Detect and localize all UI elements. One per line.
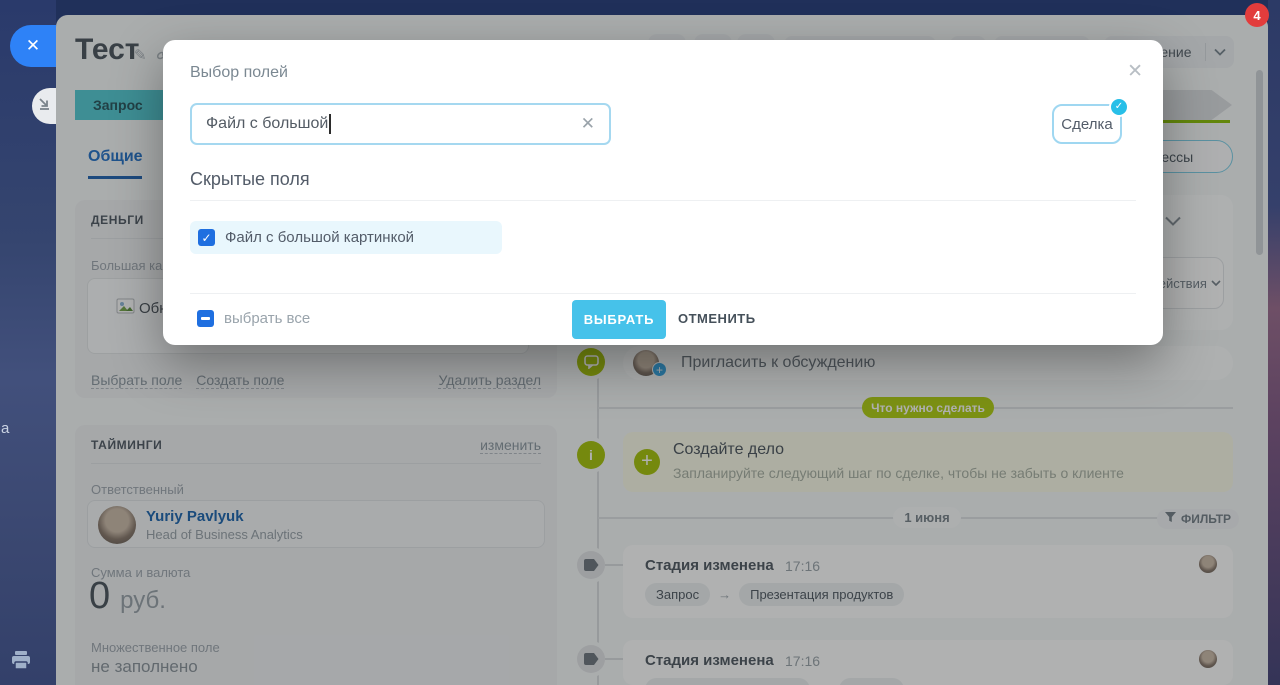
- printer-icon[interactable]: [10, 650, 32, 675]
- close-slider-button[interactable]: ✕: [10, 25, 56, 67]
- screen: a ⚙ Положение Тест ✎ Запрос Бизнес-проце…: [0, 0, 1280, 685]
- select-button[interactable]: ВЫБРАТЬ: [572, 300, 666, 339]
- search-value: Файл с большой: [206, 115, 329, 132]
- field-search-input[interactable]: Файл с большой ✕: [190, 103, 611, 145]
- entity-chip-label: Сделка: [1061, 115, 1113, 133]
- notification-badge[interactable]: 4: [1245, 3, 1269, 27]
- clear-icon[interactable]: ✕: [581, 114, 595, 134]
- divider: [190, 200, 1136, 201]
- divider: [190, 293, 1136, 294]
- hidden-fields-title: Скрытые поля: [190, 169, 310, 189]
- field-option-row[interactable]: ✓ Файл с большой картинкой: [190, 221, 502, 254]
- desktop-top-strip: [0, 0, 1280, 15]
- select-all-row[interactable]: выбрать все: [197, 310, 310, 327]
- select-all-label: выбрать все: [224, 310, 311, 327]
- field-picker-modal: Выбор полей ✕ Файл с большой ✕ Сделка ✓ …: [163, 40, 1163, 345]
- checkbox-checked[interactable]: ✓: [198, 229, 215, 246]
- collapse-icon: [38, 97, 51, 115]
- entity-chip-deal[interactable]: Сделка ✓: [1052, 97, 1129, 144]
- desktop-right-strip: [1268, 0, 1280, 685]
- close-icon: ✕: [25, 36, 41, 55]
- field-option-label: Файл с большой картинкой: [225, 229, 415, 246]
- desktop-stray-text: a: [1, 420, 10, 437]
- modal-title: Выбор полей: [190, 64, 288, 81]
- text-caret: [329, 114, 331, 134]
- close-icon[interactable]: ✕: [1127, 60, 1143, 83]
- cancel-button[interactable]: ОТМЕНИТЬ: [678, 311, 756, 326]
- check-icon: ✓: [1109, 97, 1129, 117]
- checkbox-indeterminate[interactable]: [197, 310, 214, 327]
